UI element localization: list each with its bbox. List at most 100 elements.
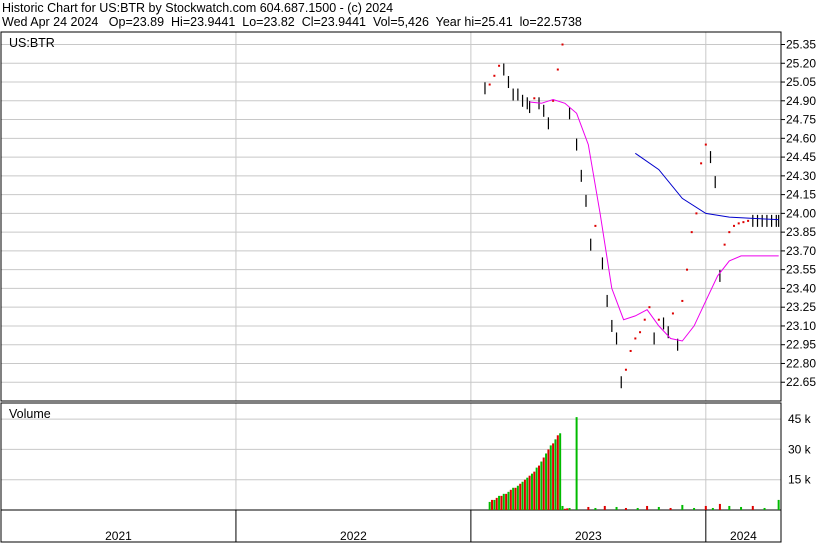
price-tick-label: 24.60 <box>786 131 816 145</box>
price-point <box>643 318 646 321</box>
volume-bar <box>538 465 541 510</box>
volume-bar <box>615 506 618 510</box>
price-point <box>556 68 559 71</box>
volume-bar <box>488 501 491 510</box>
ma-short-line <box>529 98 779 342</box>
volume-bars <box>488 417 780 510</box>
ma-long-line <box>635 152 779 221</box>
volume-bar <box>704 505 707 510</box>
volume-bar <box>568 507 571 510</box>
volume-bar <box>512 487 515 510</box>
volume-bar <box>587 506 590 510</box>
volume-bar <box>718 503 721 510</box>
volume-bar <box>542 457 545 510</box>
volume-bar <box>523 479 526 510</box>
price-point <box>728 231 731 234</box>
price-point <box>648 306 651 309</box>
x-tick-label: 2022 <box>340 529 367 543</box>
price-tick-label: 24.15 <box>786 188 816 202</box>
volume-bar <box>669 507 672 510</box>
volume-bar <box>516 485 519 510</box>
x-tick-label: 2024 <box>730 529 757 543</box>
volume-bar <box>728 505 731 510</box>
volume-bar <box>594 507 597 510</box>
price-tick-label: 24.45 <box>786 150 816 164</box>
volume-bar <box>657 506 660 510</box>
price-point <box>561 43 564 46</box>
volume-bar <box>491 499 494 510</box>
price-point <box>690 231 693 234</box>
volume-bar <box>751 505 754 510</box>
volume-bar <box>552 443 555 510</box>
price-volume-chart: US:BTR Volume 25.35 25.20 25.05 24.90 24.75 2… <box>0 31 816 543</box>
price-panel-label: US:BTR <box>9 36 55 50</box>
volume-bar <box>777 499 780 510</box>
price-point <box>695 212 698 215</box>
volume-bar <box>636 507 639 510</box>
volume-bar <box>500 495 503 510</box>
volume-tick-label: 45 k <box>788 412 812 426</box>
volume-bar <box>603 505 606 510</box>
volume-bar <box>526 477 529 510</box>
grid-lines <box>1 32 781 510</box>
volume-bar <box>711 507 714 510</box>
price-point <box>747 219 750 222</box>
volume-bar <box>540 461 543 510</box>
price-tick-label: 22.65 <box>786 375 816 389</box>
price-point <box>704 143 707 146</box>
price-point <box>639 331 642 334</box>
price-point <box>634 337 637 340</box>
volume-bar <box>535 467 538 510</box>
price-point <box>733 224 736 227</box>
price-tick-label: 22.80 <box>786 356 816 370</box>
volume-bar <box>556 435 559 510</box>
volume-bar <box>502 493 505 510</box>
volume-bar <box>530 473 533 510</box>
price-point <box>657 318 660 321</box>
x-tick-label: 2021 <box>105 529 132 543</box>
volume-bar <box>495 497 498 510</box>
volume-panel-label: Volume <box>9 407 51 421</box>
volume-tick-label: 30 k <box>788 442 812 456</box>
price-series <box>484 43 780 389</box>
volume-bar <box>554 439 557 510</box>
volume-bar <box>533 471 536 510</box>
price-tick-label: 23.55 <box>786 263 816 277</box>
price-point <box>723 243 726 246</box>
volume-bar <box>521 481 524 510</box>
price-tick-label: 23.85 <box>786 225 816 239</box>
price-point <box>629 349 632 352</box>
price-point <box>681 299 684 302</box>
volume-bar <box>559 433 562 510</box>
volume-bar <box>507 491 510 510</box>
volume-bar <box>624 507 627 510</box>
price-tick-label: 23.40 <box>786 281 816 295</box>
price-tick-label: 24.90 <box>786 94 816 108</box>
volume-bar <box>563 508 566 510</box>
volume-bar <box>549 445 552 510</box>
volume-bar <box>509 489 512 510</box>
volume-bar <box>493 499 496 510</box>
volume-tick-label: 15 k <box>788 473 812 487</box>
volume-bar <box>514 487 517 510</box>
volume-bar <box>566 508 569 510</box>
price-tick-label: 23.70 <box>786 244 816 258</box>
volume-bar <box>763 507 766 510</box>
price-tick-label: 23.25 <box>786 300 816 314</box>
price-point <box>493 74 496 77</box>
price-point <box>594 224 597 227</box>
price-point <box>533 97 536 100</box>
price-point <box>671 312 674 315</box>
volume-bar <box>646 505 649 510</box>
volume-bar <box>681 504 684 510</box>
price-point <box>742 221 745 224</box>
price-point <box>686 268 689 271</box>
volume-bar <box>693 507 696 510</box>
volume-bar <box>519 483 522 510</box>
price-tick-label: 25.35 <box>786 38 816 52</box>
volume-bar <box>545 453 548 510</box>
volume-bar <box>547 449 550 510</box>
price-tick-label: 25.20 <box>786 56 816 70</box>
price-tick-label: 25.05 <box>786 75 816 89</box>
price-panel-frame <box>0 31 782 402</box>
